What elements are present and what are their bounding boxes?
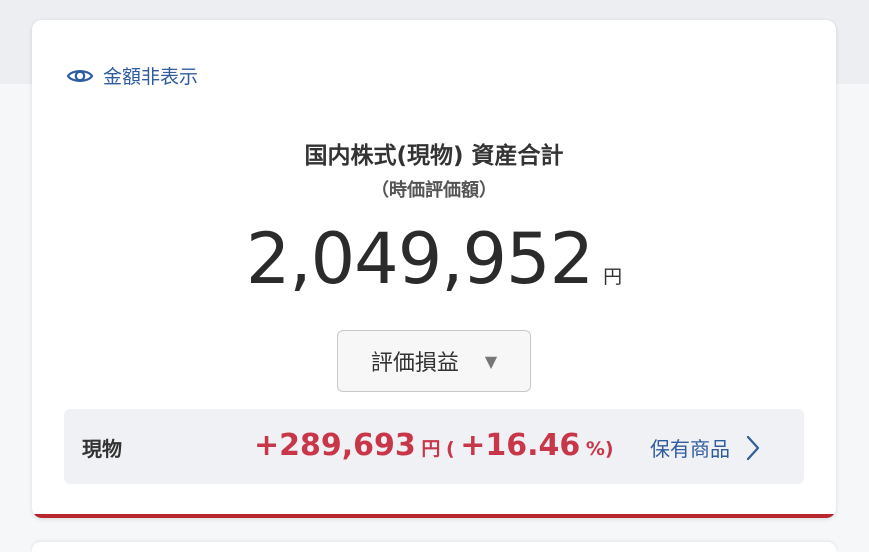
gain-percent-unit: %) (585, 438, 614, 460)
asset-total-value: 2,049,952 (245, 218, 594, 300)
next-card-edge (32, 542, 836, 552)
card-bottom-accent-line (32, 514, 836, 518)
metric-select-label: 評価損益 (370, 351, 459, 376)
asset-summary-card: 金額非表示 国内株式(現物) 資産合計 （時価評価額） 2,049,952 円 評… (32, 20, 836, 518)
holding-row-spot: 現物 +289,693 円 ( +16.46 %) 保有商品 (64, 409, 804, 484)
asset-total-subtitle: （時価評価額） (371, 180, 497, 201)
holding-gain: +289,693 円 ( +16.46 %) (254, 428, 614, 463)
gain-percent-value: +16.46 (460, 428, 581, 463)
gain-value: +289,693 (254, 428, 416, 463)
paren-open: ( (445, 438, 455, 460)
gain-unit: 円 (421, 438, 441, 460)
chevron-right-icon (746, 435, 760, 460)
asset-total-unit: 円 (603, 266, 623, 288)
hide-amount-toggle[interactable]: 金額非表示 (66, 62, 198, 89)
eye-icon (66, 69, 94, 82)
asset-total-title: 国内株式(現物) 資産合計 (304, 143, 564, 169)
caret-down-icon: ▼ (484, 351, 498, 371)
hide-amount-label: 金額非表示 (103, 66, 199, 88)
holdings-link-label: 保有商品 (650, 437, 730, 461)
holdings-link[interactable]: 保有商品 (650, 433, 760, 462)
asset-total: 2,049,952 円 (32, 218, 836, 300)
metric-select[interactable]: 評価損益 ▼ (337, 330, 531, 392)
holding-row-label: 現物 (82, 437, 122, 461)
